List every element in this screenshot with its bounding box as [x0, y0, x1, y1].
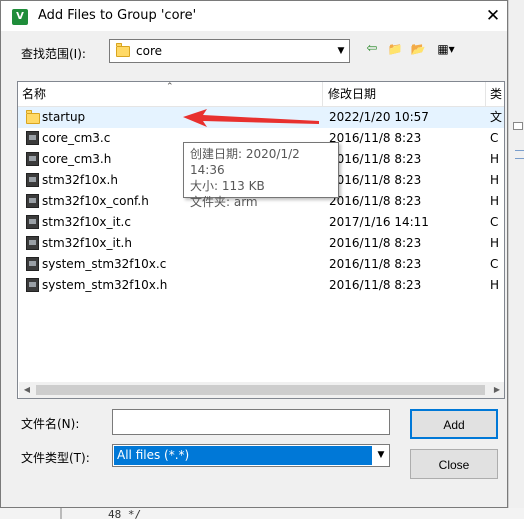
- tooltip-folder: 文件夹: arm: [190, 195, 258, 209]
- header-file-icon: [26, 236, 39, 250]
- file-type: H: [490, 173, 500, 187]
- back-arrow-icon[interactable]: ⇦: [363, 40, 381, 58]
- add-button[interactable]: Add: [410, 409, 498, 439]
- scrollbar-thumb[interactable]: [36, 385, 485, 395]
- header-file-icon: [26, 152, 39, 166]
- file-name-input[interactable]: [112, 409, 390, 435]
- folder-info-tooltip: 创建日期: 2020/1/2 14:36 大小: 113 KB 文件夹: arm: [183, 142, 339, 209]
- file-type: H: [490, 152, 500, 166]
- file-name: stm32f10x_it.c: [42, 215, 131, 229]
- file-date: 2016/11/8 8:23: [329, 194, 422, 208]
- file-date: 2016/11/8 8:23: [329, 131, 422, 145]
- chevron-down-icon[interactable]: ▼: [373, 445, 389, 466]
- up-folder-icon[interactable]: 📁: [385, 40, 405, 58]
- look-in-value: core: [136, 44, 162, 58]
- horizontal-scrollbar[interactable]: ◀ ▶: [19, 382, 504, 398]
- scroll-right-icon[interactable]: ▶: [489, 382, 504, 398]
- file-type-select[interactable]: All files (*.*) ▼: [112, 444, 390, 467]
- file-type: H: [490, 278, 500, 292]
- title-bar: V Add Files to Group 'core' ✕: [1, 1, 507, 31]
- background-line: [515, 150, 524, 151]
- file-type: 文: [490, 110, 503, 124]
- list-item[interactable]: system_stm32f10x.c 2016/11/8 8:23 C: [18, 254, 504, 275]
- add-files-dialog: V Add Files to Group 'core' ✕ 查找范围(I): c…: [0, 0, 508, 508]
- list-item[interactable]: stm32f10x_it.h 2016/11/8 8:23 H: [18, 233, 504, 254]
- background-editor: 48 */: [0, 508, 524, 521]
- list-item[interactable]: stm32f10x_it.c 2017/1/16 14:11 C: [18, 212, 504, 233]
- file-date: 2016/11/8 8:23: [329, 152, 422, 166]
- dialog-title: Add Files to Group 'core': [38, 8, 197, 23]
- column-separator[interactable]: [322, 82, 323, 106]
- background-code: 48 */: [108, 508, 142, 521]
- keil-app-icon: V: [12, 9, 28, 25]
- file-type: C: [490, 257, 499, 271]
- file-type: H: [490, 194, 500, 208]
- column-header-type[interactable]: 类: [486, 82, 504, 106]
- new-folder-icon[interactable]: 📂: [408, 40, 428, 58]
- scroll-left-icon[interactable]: ◀: [19, 382, 35, 398]
- background-window-strip: [508, 0, 524, 519]
- tooltip-size: 大小: 113 KB: [190, 179, 265, 193]
- file-type: H: [490, 236, 500, 250]
- file-date: 2016/11/8 8:23: [329, 236, 422, 250]
- file-type: C: [490, 131, 499, 145]
- file-name: stm32f10x_it.h: [42, 236, 132, 250]
- file-date: 2016/11/8 8:23: [329, 173, 422, 187]
- file-name: system_stm32f10x.h: [42, 278, 168, 292]
- file-type-value: All files (*.*): [114, 446, 372, 465]
- header-file-icon: [26, 278, 39, 292]
- file-date: 2016/11/8 8:23: [329, 257, 422, 271]
- file-date: 2022/1/20 10:57: [329, 110, 429, 124]
- tooltip-created: 创建日期: 2020/1/2 14:36: [190, 147, 300, 177]
- column-header-name[interactable]: 名称: [18, 82, 322, 106]
- file-type-label: 文件类型(T):: [21, 451, 90, 465]
- background-gutter: [60, 508, 62, 519]
- file-date: 2017/1/16 14:11: [329, 215, 429, 229]
- file-name-label: 文件名(N):: [21, 417, 80, 431]
- file-date: 2016/11/8 8:23: [329, 278, 422, 292]
- chevron-down-icon[interactable]: ▼: [333, 40, 349, 62]
- annotation-arrow-icon: [183, 109, 319, 127]
- look-in-dropdown[interactable]: core ▼: [109, 39, 350, 63]
- folder-icon: [26, 110, 40, 124]
- view-menu-icon[interactable]: ▦▾: [431, 40, 461, 58]
- close-button[interactable]: Close: [410, 449, 498, 479]
- source-file-icon: [26, 131, 39, 145]
- column-header-date[interactable]: 修改日期: [324, 82, 484, 106]
- background-line: [515, 158, 524, 159]
- list-item[interactable]: system_stm32f10x.h 2016/11/8 8:23 H: [18, 275, 504, 296]
- background-checkbox: [513, 122, 523, 130]
- close-icon[interactable]: ✕: [479, 1, 507, 31]
- header-file-icon: [26, 173, 39, 187]
- list-header: ⌃ 名称 修改日期 类: [18, 82, 504, 107]
- source-file-icon: [26, 257, 39, 271]
- look-in-label: 查找范围(I):: [21, 47, 86, 61]
- folder-icon: [116, 43, 130, 57]
- annotation-arrow-shape: [183, 109, 319, 127]
- file-name: system_stm32f10x.c: [42, 257, 167, 271]
- file-type: C: [490, 215, 499, 229]
- source-file-icon: [26, 215, 39, 229]
- header-file-icon: [26, 194, 39, 208]
